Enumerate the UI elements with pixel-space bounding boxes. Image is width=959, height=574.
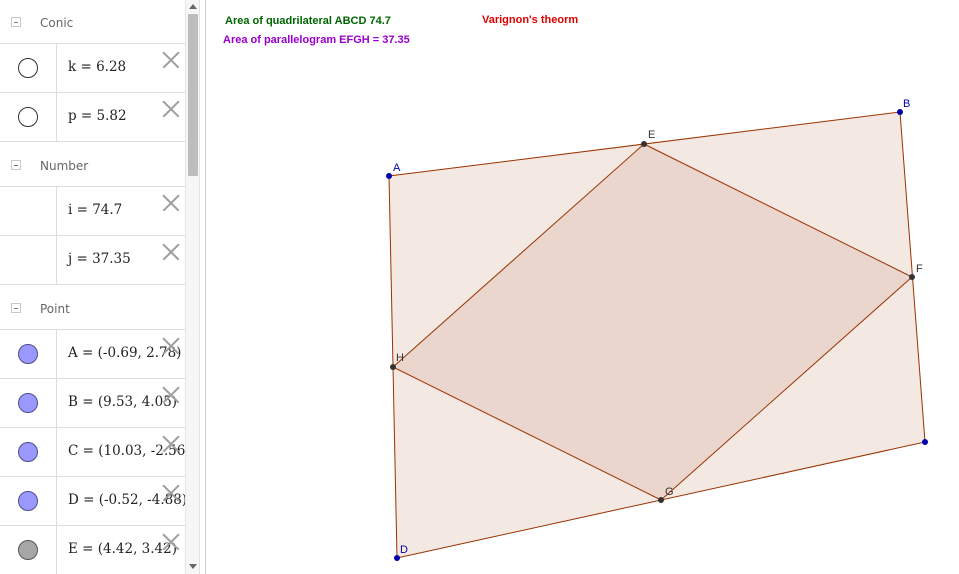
delete-icon[interactable] xyxy=(161,532,181,552)
delete-icon[interactable] xyxy=(161,193,181,213)
graphics-canvas[interactable]: Area of quadrilateral ABCD 74.7 Varignon… xyxy=(206,0,959,574)
area-quadrilateral-text: Area of quadrilateral ABCD 74.7 xyxy=(225,15,391,27)
group-label-number: Number xyxy=(40,159,89,173)
point-label-A: A xyxy=(393,162,401,174)
collapse-icon[interactable] xyxy=(11,17,21,27)
group-header-conic[interactable]: Conic xyxy=(0,2,185,44)
point-E[interactable] xyxy=(641,141,647,147)
group-header-number[interactable]: Number xyxy=(0,145,185,187)
group-label-conic: Conic xyxy=(40,16,74,30)
delete-icon[interactable] xyxy=(161,336,181,356)
delete-icon[interactable] xyxy=(161,50,181,70)
marble-cell xyxy=(0,428,57,476)
scroll-down-icon[interactable] xyxy=(189,564,197,569)
point-A[interactable] xyxy=(386,173,392,179)
algebra-item-text[interactable]: i = 74.7 xyxy=(68,202,122,218)
marble-cell xyxy=(0,526,57,574)
visibility-toggle-icon[interactable] xyxy=(18,58,38,78)
panel-divider[interactable] xyxy=(199,0,206,574)
visibility-toggle-icon[interactable] xyxy=(18,491,38,511)
visibility-toggle-icon[interactable] xyxy=(18,107,38,127)
point-label-G: G xyxy=(665,486,674,498)
point-label-D: D xyxy=(400,544,408,556)
algebra-item-C[interactable]: C = (10.03, -2.56) xyxy=(0,428,185,477)
point-F[interactable] xyxy=(909,274,915,280)
algebra-item-text[interactable]: p = 5.82 xyxy=(68,108,127,124)
visibility-toggle-icon[interactable] xyxy=(18,442,38,462)
delete-icon[interactable] xyxy=(161,483,181,503)
delete-icon[interactable] xyxy=(161,242,181,262)
algebra-item-D[interactable]: D = (-0.52, -4.88) xyxy=(0,477,185,526)
collapse-icon[interactable] xyxy=(11,303,21,313)
point-label-F: F xyxy=(916,263,923,275)
algebra-item-A[interactable]: A = (-0.69, 2.78) xyxy=(0,330,185,379)
group-label-point: Point xyxy=(40,302,70,316)
point-label-B: B xyxy=(903,98,910,110)
delete-icon[interactable] xyxy=(161,99,181,119)
marble-cell xyxy=(0,379,57,427)
point-label-E: E xyxy=(648,129,655,141)
collapse-icon[interactable] xyxy=(11,160,21,170)
marble-cell xyxy=(0,236,57,284)
algebra-scrollbar[interactable] xyxy=(185,0,200,574)
point-H[interactable] xyxy=(390,364,396,370)
varignon-title-text: Varignon's theorm xyxy=(482,14,578,26)
point-label-H: H xyxy=(396,352,404,364)
graphics-view[interactable]: Area of quadrilateral ABCD 74.7 Varignon… xyxy=(206,0,959,574)
marble-cell xyxy=(0,44,57,92)
visibility-toggle-icon[interactable] xyxy=(18,393,38,413)
algebra-item-i[interactable]: i = 74.7 xyxy=(0,187,185,236)
scroll-up-icon[interactable] xyxy=(189,4,197,9)
visibility-toggle-icon[interactable] xyxy=(18,344,38,364)
marble-cell xyxy=(0,93,57,141)
algebra-item-p[interactable]: p = 5.82 xyxy=(0,93,185,142)
marble-cell xyxy=(0,330,57,378)
visibility-toggle-icon[interactable] xyxy=(18,540,38,560)
group-header-point[interactable]: Point xyxy=(0,288,185,330)
algebra-item-j[interactable]: j = 37.35 xyxy=(0,236,185,285)
algebra-item-E[interactable]: E = (4.42, 3.42) xyxy=(0,526,185,574)
algebra-item-text[interactable]: k = 6.28 xyxy=(68,59,126,75)
point-G[interactable] xyxy=(658,497,664,503)
delete-icon[interactable] xyxy=(161,385,181,405)
point-C[interactable] xyxy=(922,439,928,445)
algebra-item-text[interactable]: j = 37.35 xyxy=(68,251,131,267)
marble-cell xyxy=(0,477,57,525)
algebra-item-B[interactable]: B = (9.53, 4.05) xyxy=(0,379,185,428)
marble-cell xyxy=(0,187,57,235)
scrollbar-thumb[interactable] xyxy=(188,14,198,176)
delete-icon[interactable] xyxy=(161,434,181,454)
area-parallelogram-text: Area of parallelogram EFGH = 37.35 xyxy=(223,34,410,46)
algebra-view[interactable]: Conic k = 6.28 p = 5.82 Number i = 74.7 … xyxy=(0,0,185,574)
algebra-item-k[interactable]: k = 6.28 xyxy=(0,44,185,93)
